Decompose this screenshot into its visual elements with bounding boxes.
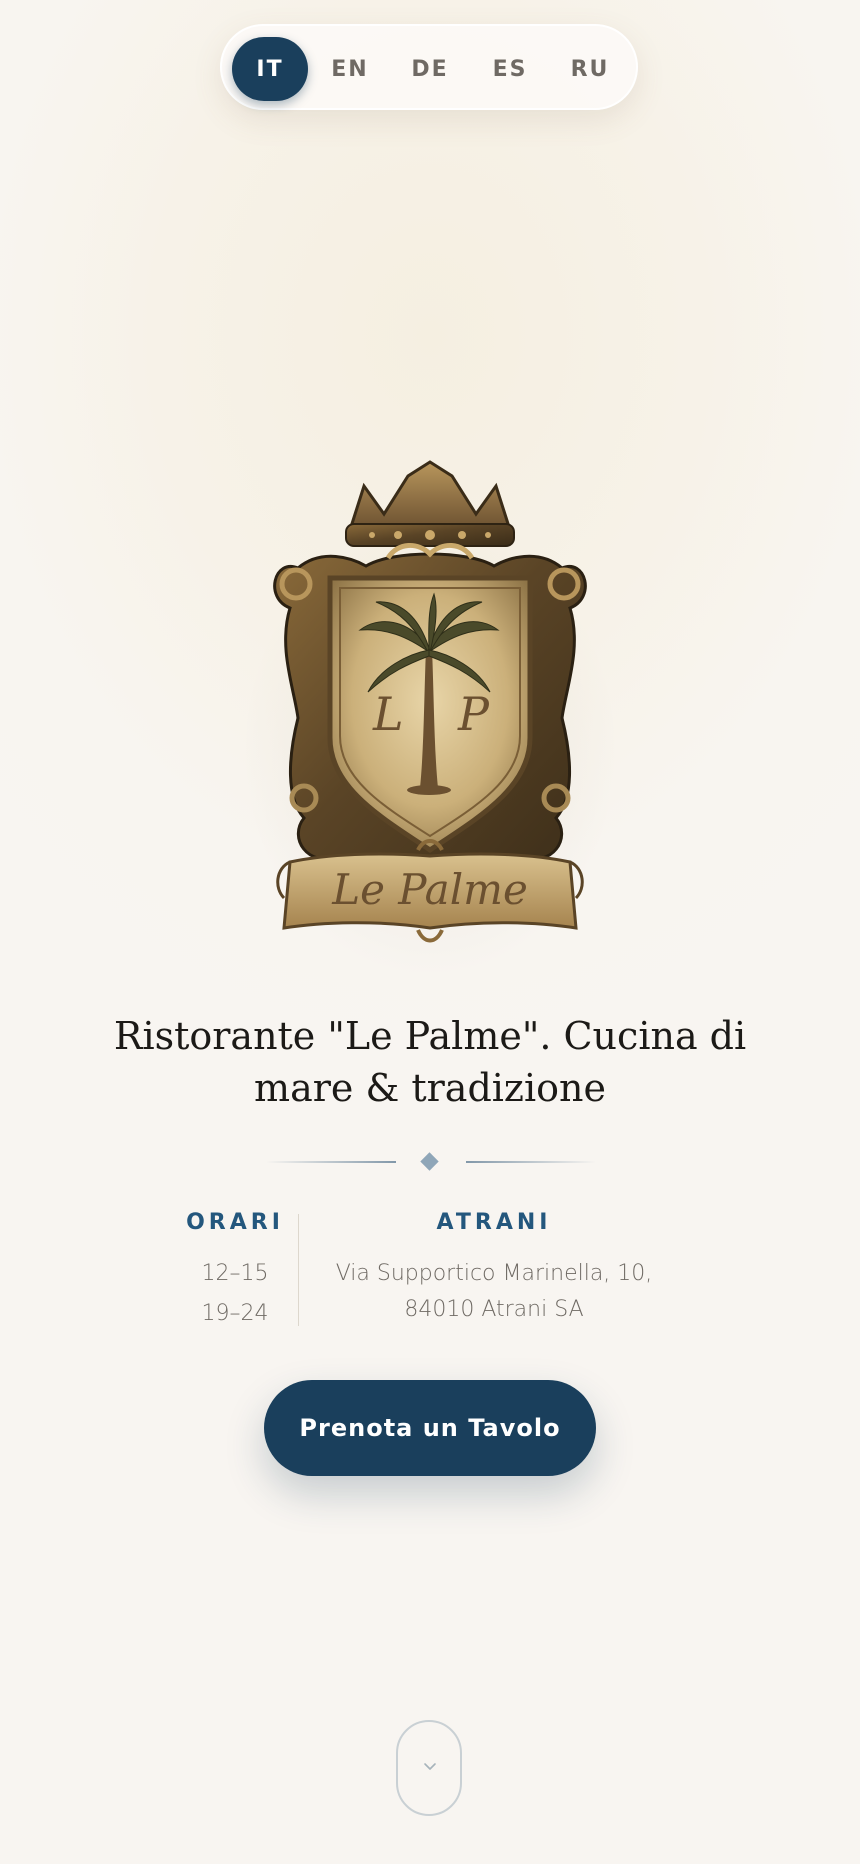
chevron-down-icon xyxy=(424,1763,436,1770)
crest-banner: Le Palme xyxy=(276,839,584,943)
info-separator xyxy=(298,1214,299,1326)
address-line-1: Via Supportico Marinella, 10, xyxy=(335,1261,653,1286)
reserve-table-button[interactable]: Prenota un Tavolo xyxy=(264,1380,596,1476)
crest-initial-l: L xyxy=(372,687,404,741)
diamond-icon xyxy=(420,1152,439,1171)
lang-button-de[interactable]: DE xyxy=(392,37,468,101)
lang-button-es[interactable]: ES xyxy=(472,37,548,101)
svg-text:Le Palme: Le Palme xyxy=(331,865,528,914)
lang-button-ru[interactable]: RU xyxy=(552,37,628,101)
location-label: ATRANI xyxy=(436,1210,552,1235)
restaurant-title: Ristorante "Le Palme". Cucina di mare & … xyxy=(113,1014,747,1110)
crown-icon xyxy=(345,460,515,547)
hours-label: ORARI xyxy=(186,1210,284,1235)
language-switcher: IT EN DE ES RU xyxy=(220,24,638,110)
scroll-down-button[interactable] xyxy=(396,1720,462,1816)
crest-initial-p: P xyxy=(457,687,490,741)
crest-logo: L P Le Palme xyxy=(273,460,587,943)
hours-lunch: 12–15 xyxy=(201,1261,269,1286)
address-line-2: 84010 Atrani SA xyxy=(404,1297,584,1322)
divider-line-right xyxy=(466,1161,596,1163)
hours-dinner: 19–24 xyxy=(201,1301,269,1326)
lang-button-en[interactable]: EN xyxy=(312,37,388,101)
lang-button-it[interactable]: IT xyxy=(232,37,308,101)
ornamental-divider xyxy=(0,1152,860,1172)
divider-line-left xyxy=(266,1161,396,1163)
